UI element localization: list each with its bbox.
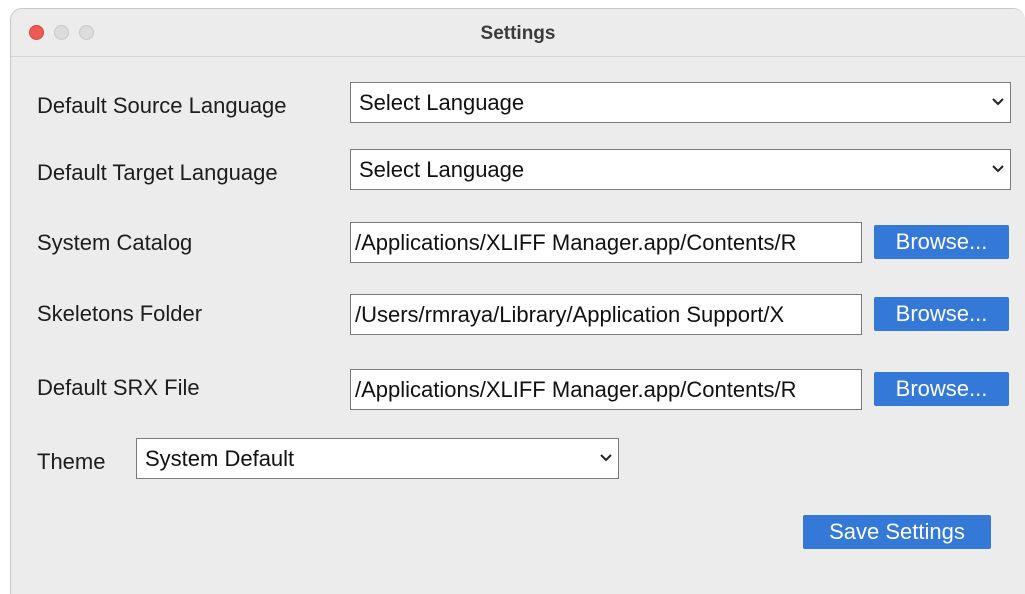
browse-srx-file-button[interactable]: Browse... — [874, 372, 1009, 406]
title-bar: Settings — [11, 9, 1025, 57]
theme-select[interactable]: System Default — [136, 438, 619, 479]
srx-file-label: Default SRX File — [37, 375, 200, 400]
chevron-down-icon — [992, 150, 1004, 174]
source-language-label: Default Source Language — [37, 93, 287, 118]
target-language-value: Select Language — [359, 157, 525, 182]
skeletons-folder-input[interactable]: /Users/rmraya/Library/Application Suppor… — [350, 294, 862, 335]
skeletons-folder-label: Skeletons Folder — [37, 301, 203, 326]
source-language-value: Select Language — [359, 90, 525, 115]
target-language-label: Default Target Language — [37, 160, 278, 185]
theme-label: Theme — [37, 449, 106, 474]
browse-system-catalog-button[interactable]: Browse... — [874, 225, 1009, 259]
theme-value: System Default — [145, 446, 295, 471]
system-catalog-input[interactable]: /Applications/XLIFF Manager.app/Contents… — [350, 222, 862, 263]
system-catalog-label: System Catalog — [37, 230, 193, 255]
save-settings-button[interactable]: Save Settings — [803, 515, 991, 549]
settings-window: Settings Default Source Language Select … — [10, 8, 1025, 594]
target-language-select[interactable]: Select Language — [350, 149, 1011, 190]
chevron-down-icon — [992, 83, 1004, 107]
srx-file-input[interactable]: /Applications/XLIFF Manager.app/Contents… — [350, 369, 862, 410]
window-title: Settings — [480, 23, 556, 44]
source-language-select[interactable]: Select Language — [350, 82, 1011, 123]
chevron-down-icon — [600, 439, 612, 463]
browse-skeletons-folder-button[interactable]: Browse... — [874, 297, 1009, 331]
